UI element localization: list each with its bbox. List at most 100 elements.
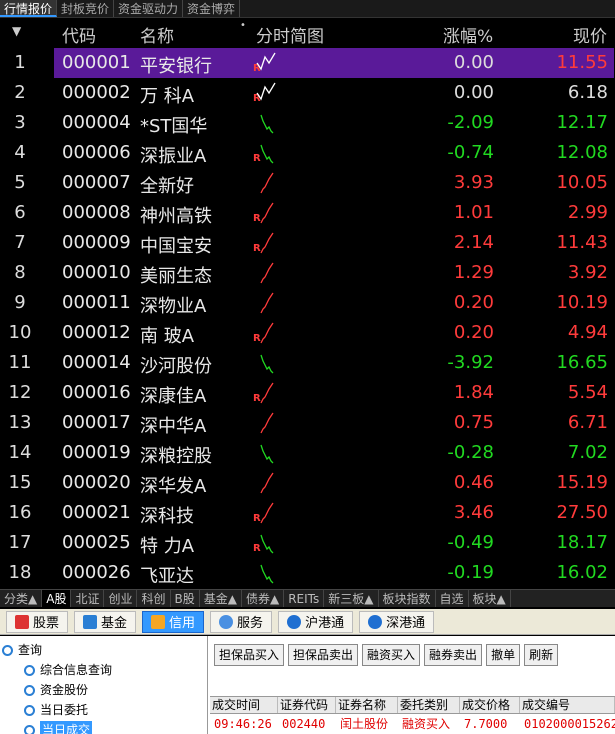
tab-limit-bid[interactable]: 封板竞价 [57, 0, 115, 17]
short-sell-button[interactable]: 融券卖出 [424, 644, 483, 666]
tab-fund-game[interactable]: 资金博弈 [183, 0, 241, 17]
table-row[interactable]: 4 000006 深振业A R -0.74 12.08 [0, 138, 615, 168]
category-tab[interactable]: A股 [42, 590, 72, 607]
margin-flag: R [253, 543, 261, 554]
stock-name: 美丽生态 [140, 266, 212, 287]
trade-tab-stock[interactable]: 股票 [6, 610, 69, 633]
table-row[interactable]: 7 000009 中国宝安 R 2.14 11.43 [0, 228, 615, 258]
trade-tab-sz-connect[interactable]: 深港通 [359, 610, 435, 633]
column-chart[interactable]: 分时简图 [256, 22, 324, 47]
sort-arrow-icon[interactable]: ▼ [12, 24, 21, 38]
search-icon [24, 704, 35, 716]
table-row[interactable]: 1 000001 平安银行 R 0.00 11.55 [0, 48, 615, 78]
table-row[interactable]: 2 000002 万 科A R 0.00 6.18 [0, 78, 615, 108]
tree-item-overview[interactable]: 综合信息查询 [24, 661, 112, 679]
table-row[interactable]: 11 000014 沙河股份 -3.92 16.65 [0, 348, 615, 378]
grid-col-name[interactable]: 证券名称 [336, 697, 398, 713]
grid-col-time[interactable]: 成交时间 [210, 697, 278, 713]
change-percent: -0.19 [447, 562, 494, 583]
table-row[interactable]: 16 000021 深科技 R 3.46 27.50 [0, 498, 615, 528]
table-row[interactable]: 15 000020 深华发A 0.46 15.19 [0, 468, 615, 498]
current-price: 27.50 [556, 502, 608, 523]
category-tab[interactable]: 分类▲ [0, 590, 43, 607]
trade-tab-service[interactable]: 服务 [210, 610, 273, 633]
sparkline-chart: R [253, 144, 274, 164]
table-row[interactable]: 13 000017 深中华A 0.75 6.71 [0, 408, 615, 438]
row-index: 4 [14, 142, 26, 163]
cancel-order-button[interactable]: 撤单 [486, 644, 521, 666]
tree-item-funds[interactable]: 资金股份 [24, 681, 88, 699]
grid-col-code[interactable]: 证券代码 [278, 697, 336, 713]
collateral-buy-button[interactable]: 担保品买入 [214, 644, 285, 666]
table-row[interactable]: 5 000007 全新好 3.93 10.05 [0, 168, 615, 198]
trade-tab-sh-connect[interactable]: 沪港通 [278, 610, 354, 633]
table-row[interactable]: 12 000016 深康佳A R 1.84 5.54 [0, 378, 615, 408]
trade-tab-credit[interactable]: 信用 [142, 610, 205, 633]
sparkline-chart: R [253, 82, 276, 104]
table-row[interactable]: 6 000008 神州高铁 R 1.01 2.99 [0, 198, 615, 228]
category-tab[interactable]: 基金▲ [200, 590, 242, 607]
margin-flag: R [253, 243, 261, 254]
sparkline-path [260, 292, 274, 314]
tree-item-today-orders[interactable]: 当日委托 [24, 701, 88, 719]
table-row[interactable]: 8 000010 美丽生态 1.29 3.92 [0, 258, 615, 288]
table-row[interactable]: 3 000004 *ST国华 -2.09 12.17 [0, 108, 615, 138]
change-percent: 1.01 [453, 202, 494, 223]
refresh-button[interactable]: 刷新 [524, 644, 559, 666]
cell-type: 融资买入 [402, 717, 451, 731]
stock-name: 沙河股份 [140, 356, 212, 377]
table-row[interactable]: 14 000019 深粮控股 -0.28 7.02 [0, 438, 615, 468]
trades-grid-row[interactable]: 09:46:26 002440 闰土股份 融资买入 7.7000 0102000… [210, 716, 615, 734]
grid-col-price[interactable]: 成交价格 [460, 697, 520, 713]
sz-connect-icon [368, 614, 383, 629]
row-index: 17 [8, 532, 32, 553]
row-index: 7 [14, 232, 26, 253]
stock-code: 000006 [62, 142, 131, 163]
grid-col-id[interactable]: 成交编号 [520, 697, 615, 713]
table-row[interactable]: 17 000025 特 力A R -0.49 18.17 [0, 528, 615, 558]
sparkline-path [260, 262, 274, 284]
category-tab[interactable]: 板块指数 [379, 590, 436, 607]
tree-root-query[interactable]: 查询 [2, 641, 42, 659]
sparkline-chart [260, 564, 274, 584]
stock-code: 000009 [62, 232, 131, 253]
column-change[interactable]: 涨幅% [443, 22, 493, 47]
table-row[interactable]: 9 000011 深物业A 0.20 10.19 [0, 288, 615, 318]
trade-tab-fund[interactable]: 基金 [74, 610, 137, 633]
column-price[interactable]: 现价 [573, 22, 607, 47]
row-index: 14 [8, 442, 32, 463]
sparkline-chart [260, 444, 274, 464]
grid-col-type[interactable]: 委托类别 [398, 697, 460, 713]
margin-flag: R [253, 93, 261, 104]
tree-item-today-trades[interactable]: 当日成交 [24, 721, 93, 734]
category-tab[interactable]: 创业 [104, 590, 138, 607]
action-bar: 担保品买入 担保品卖出 融资买入 融券卖出 撤单 刷新 [214, 644, 562, 666]
category-tab[interactable]: B股 [171, 590, 200, 607]
table-row[interactable]: 10 000012 南 玻A R 0.20 4.94 [0, 318, 615, 348]
table-row[interactable]: 18 000026 飞亚达 -0.19 16.02 [0, 558, 615, 588]
sparkline-chart [260, 354, 274, 374]
category-tab[interactable]: REITs [284, 590, 325, 607]
category-tab[interactable]: 板块▲ [469, 590, 511, 607]
margin-flag: R [253, 213, 261, 224]
category-tab[interactable]: 科创 [137, 590, 171, 607]
row-index: 18 [8, 562, 32, 583]
sparkline-chart: R [253, 232, 274, 254]
change-percent: 0.75 [453, 412, 494, 433]
column-code[interactable]: 代码 [62, 22, 96, 47]
change-percent: 2.14 [453, 232, 494, 253]
category-tab[interactable]: 自选 [436, 590, 469, 607]
collateral-sell-button[interactable]: 担保品卖出 [288, 644, 359, 666]
margin-buy-button[interactable]: 融资买入 [362, 644, 421, 666]
tab-quote[interactable]: 行情报价 [0, 0, 58, 17]
column-name[interactable]: 名称 [140, 22, 174, 47]
top-tab-bar: 行情报价 封板竞价 资金驱动力 资金博弈 [0, 0, 615, 18]
category-tab[interactable]: 债券▲ [242, 590, 285, 607]
change-percent: 0.00 [453, 82, 494, 103]
tab-fund-drive[interactable]: 资金驱动力 [114, 0, 184, 17]
stock-code: 000026 [62, 562, 131, 583]
category-tab[interactable]: 新三板▲ [324, 590, 379, 607]
sparkline-chart: R [253, 382, 274, 404]
current-price: 3.92 [567, 262, 608, 283]
category-tab[interactable]: 北证 [71, 590, 105, 607]
